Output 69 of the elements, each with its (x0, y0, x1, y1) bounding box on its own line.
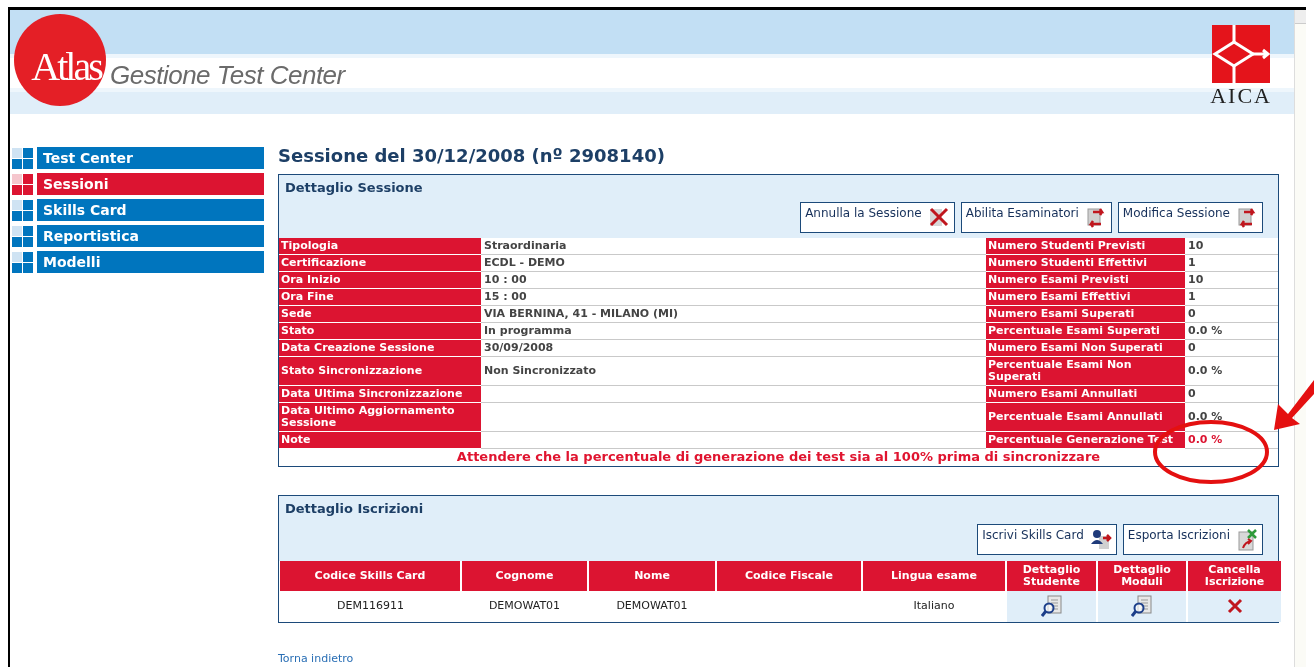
column-header: Dettaglio Studente (1006, 560, 1097, 591)
column-header: Codice Fiscale (716, 560, 862, 591)
column-header: Cognome (461, 560, 588, 591)
toolbar-button[interactable]: Abilita Esaminatori (960, 201, 1112, 233)
field-label: Percentuale Esami Non Superati (986, 356, 1185, 385)
aica-logo-icon (1212, 25, 1271, 83)
warning-message: Attendere che la percentuale di generazione dei test sia al 100% prima di sincronizzare (455, 448, 1102, 466)
toolbar-button[interactable]: Annulla la Sessione (800, 201, 955, 233)
field-value: Straordinaria (481, 237, 986, 254)
field-value: 0.0 % (1185, 356, 1278, 385)
spreadsheet-export-icon (1236, 527, 1258, 552)
document-arrows-icon (1084, 205, 1107, 230)
document-arrows-icon (1236, 205, 1258, 230)
sidebar-item[interactable]: Modelli (37, 250, 264, 273)
logo-text: Atlas (31, 47, 101, 87)
toolbar-button[interactable]: Iscrivi Skills Card (977, 523, 1117, 555)
sidebar-item[interactable]: Skills Card (37, 198, 264, 221)
field-value: ECDL - DEMO (481, 254, 986, 271)
field-value: 10 (1185, 237, 1278, 254)
toolbar-button[interactable]: Modifica Sessione (1117, 201, 1263, 233)
field-value: 30/09/2008 (481, 339, 986, 356)
table-cell: DEMOWAT01 (461, 590, 588, 622)
squares-icon (12, 224, 34, 247)
field-value: 10 (1185, 271, 1278, 288)
field-value: 0.0 % (1185, 402, 1278, 431)
field-value: In programma (481, 322, 986, 339)
squares-icon (12, 198, 34, 221)
person-arrow-icon (1089, 527, 1112, 550)
column-header: Nome (588, 560, 716, 591)
squares-icon (12, 250, 34, 273)
field-label: Data Ultimo Aggiornamento Sessione (279, 402, 481, 431)
table-cell: DEMOWAT01 (588, 590, 716, 622)
field-label: Stato Sincronizzazione (279, 356, 481, 385)
field-value: 0 (1185, 305, 1278, 322)
field-label: Tipologia (279, 237, 481, 254)
sidebar-item[interactable]: Sessioni (37, 172, 264, 195)
field-value: Non Sincronizzato (481, 356, 986, 385)
squares-icon (12, 172, 34, 195)
aica-logo-text: AICA (1210, 85, 1272, 107)
squares-icon (12, 146, 34, 169)
column-header: Cancella Iscrizione (1187, 560, 1281, 591)
column-header: Codice Skills Card (280, 560, 461, 591)
back-link[interactable]: Torna indietro (278, 650, 354, 667)
scrollbar[interactable] (1294, 10, 1306, 667)
cross-icon (927, 205, 950, 228)
column-header: Lingua esame (862, 560, 1006, 591)
toolbar-button[interactable]: Esporta Iscrizioni (1122, 523, 1263, 555)
magnifier-document-icon[interactable] (1131, 595, 1153, 617)
column-header: Dettaglio Moduli (1097, 560, 1187, 591)
panel-title: Dettaglio Sessione (284, 178, 424, 196)
field-label: Numero Studenti Previsti (986, 237, 1185, 254)
field-value: 1 (1185, 254, 1278, 271)
field-value: 0 (1185, 385, 1278, 402)
field-value: 1 (1185, 288, 1278, 305)
magnifier-document-icon[interactable] (1040, 595, 1063, 617)
field-value: 10 : 00 (481, 271, 986, 288)
panel-title: Dettaglio Iscrizioni (284, 499, 425, 517)
field-value: VIA BERNINA, 41 - MILANO (MI) (481, 305, 986, 322)
delete-icon[interactable] (1226, 598, 1243, 614)
page-title: Sessione del 30/12/2008 (nº 2908140) (278, 144, 666, 167)
app-title: Gestione Test Center (110, 62, 345, 88)
field-value: 15 : 00 (481, 288, 986, 305)
field-value: 0 (1185, 339, 1278, 356)
table-cell: DEM116911 (280, 590, 461, 622)
sidebar-item[interactable]: Test Center (37, 146, 264, 169)
field-value: 0.0 % (1185, 322, 1278, 339)
field-value: 0.0 % (1185, 431, 1278, 448)
field-label: Percentuale Esami Annullati (986, 402, 1185, 431)
sidebar-item[interactable]: Reportistica (37, 224, 264, 247)
